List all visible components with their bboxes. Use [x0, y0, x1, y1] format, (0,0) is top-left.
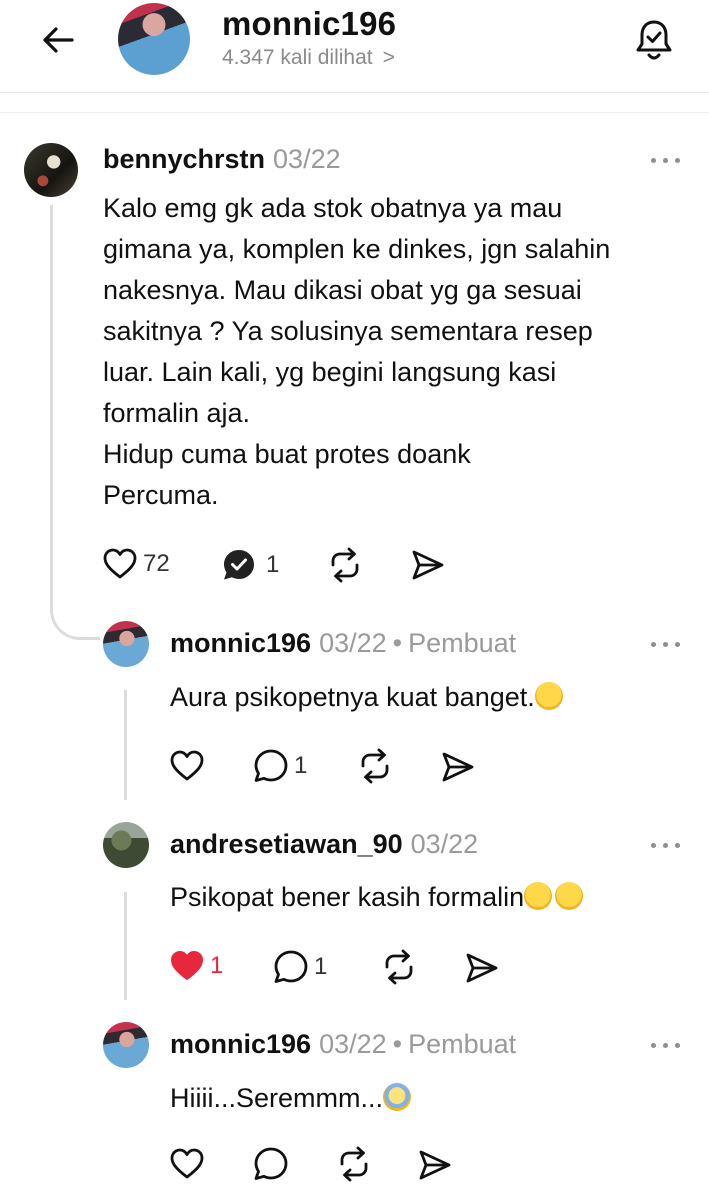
comment-username[interactable]: monnic196 03/22 • Pembuat	[170, 1029, 516, 1060]
share-send-icon[interactable]	[465, 952, 499, 984]
face-with-tears-of-joy-emoji	[524, 882, 553, 910]
face-with-tears-of-joy-emoji	[555, 882, 584, 910]
comment-text-content: Hiiii...Seremmm...	[170, 1083, 384, 1113]
share-send-icon[interactable]	[411, 549, 445, 581]
separator-dot: •	[392, 1029, 403, 1059]
reply-button[interactable]: 1	[222, 548, 279, 582]
heart-filled-icon	[171, 951, 203, 980]
reply-button[interactable]: 1	[274, 950, 327, 984]
comment-username[interactable]: andresetiawan_90 03/22	[170, 829, 478, 860]
more-options-icon[interactable]	[651, 842, 681, 850]
heart-icon	[103, 548, 137, 579]
like-count: 72	[143, 550, 170, 577]
comment-text: Kalo emg gk ada stok obatnya ya mau gima…	[103, 193, 611, 510]
thread-line	[50, 205, 53, 600]
comment-date: 03/22	[319, 628, 387, 658]
reply-button[interactable]: 1	[254, 749, 307, 783]
repost-icon[interactable]	[327, 547, 363, 583]
username-text[interactable]: monnic196	[170, 628, 311, 658]
separator-dot: •	[392, 628, 403, 658]
reply-count: 1	[266, 551, 280, 578]
like-count: 1	[210, 952, 224, 979]
avatar-bennychrstn[interactable]	[24, 143, 78, 197]
header-divider	[0, 92, 709, 93]
comment-text-content: Aura psikopetnya kuat banget.	[170, 682, 535, 712]
more-options-icon[interactable]	[651, 1042, 681, 1050]
comment-date: 03/22	[273, 144, 341, 174]
repost-icon[interactable]	[381, 949, 417, 985]
thread-line-curve	[50, 590, 100, 640]
like-button[interactable]: 72	[103, 548, 170, 580]
avatar-monnic196[interactable]	[103, 621, 149, 667]
heart-icon[interactable]	[170, 750, 204, 782]
reply-bubble-icon	[254, 749, 288, 782]
notification-bell-icon[interactable]	[632, 17, 676, 63]
share-send-icon[interactable]	[418, 1149, 452, 1181]
more-options-icon[interactable]	[651, 641, 681, 649]
comment-date: 03/22	[410, 829, 479, 859]
face-screaming-in-fear-emoji	[383, 1083, 412, 1111]
comment-username[interactable]: bennychrstn 03/22	[103, 144, 341, 175]
avatar-andresetiawan-90[interactable]	[103, 822, 149, 868]
thread-line	[124, 690, 127, 800]
like-button[interactable]: 1	[170, 950, 223, 982]
repost-icon[interactable]	[336, 1146, 372, 1182]
profile-avatar[interactable]	[118, 3, 190, 75]
view-count: 4.347 kali dilihat	[222, 46, 373, 69]
comment-username[interactable]: monnic196 03/22 • Pembuat	[170, 628, 516, 659]
username-text[interactable]: monnic196	[170, 1029, 311, 1059]
comment-text: Aura psikopetnya kuat banget.	[170, 677, 563, 718]
reply-count: 1	[294, 752, 308, 779]
heart-icon[interactable]	[170, 1148, 204, 1180]
reply-count: 1	[314, 953, 328, 980]
username-text[interactable]: bennychrstn	[103, 144, 265, 174]
back-arrow-icon[interactable]	[38, 20, 78, 60]
view-count-link[interactable]: 4.347 kali dilihat >	[222, 46, 395, 70]
comment-text: Hiiii...Seremmm...	[170, 1078, 412, 1119]
repost-icon[interactable]	[357, 748, 393, 784]
reply-bubble-icon[interactable]	[254, 1147, 288, 1181]
face-with-hand-over-mouth-emoji	[534, 682, 563, 710]
reply-bubble-icon	[274, 950, 308, 983]
thread-line	[124, 892, 127, 1000]
comment-text: Psikopat bener kasih formalin	[170, 877, 584, 918]
creator-badge: Pembuat	[408, 1029, 517, 1059]
comment-text-content: Psikopat bener kasih formalin	[170, 882, 525, 912]
section-divider	[0, 112, 709, 113]
more-options-icon[interactable]	[651, 157, 681, 165]
avatar-monnic196[interactable]	[103, 1022, 149, 1068]
reply-bubble-filled-icon	[224, 550, 254, 580]
comment-date: 03/22	[319, 1029, 387, 1059]
profile-username[interactable]: monnic196	[222, 5, 396, 43]
share-send-icon[interactable]	[441, 751, 475, 783]
creator-badge: Pembuat	[408, 628, 517, 658]
username-text[interactable]: andresetiawan_90	[170, 829, 403, 859]
top-bar: monnic196 4.347 kali dilihat >	[0, 0, 709, 92]
chevron-right-icon: >	[382, 46, 395, 69]
